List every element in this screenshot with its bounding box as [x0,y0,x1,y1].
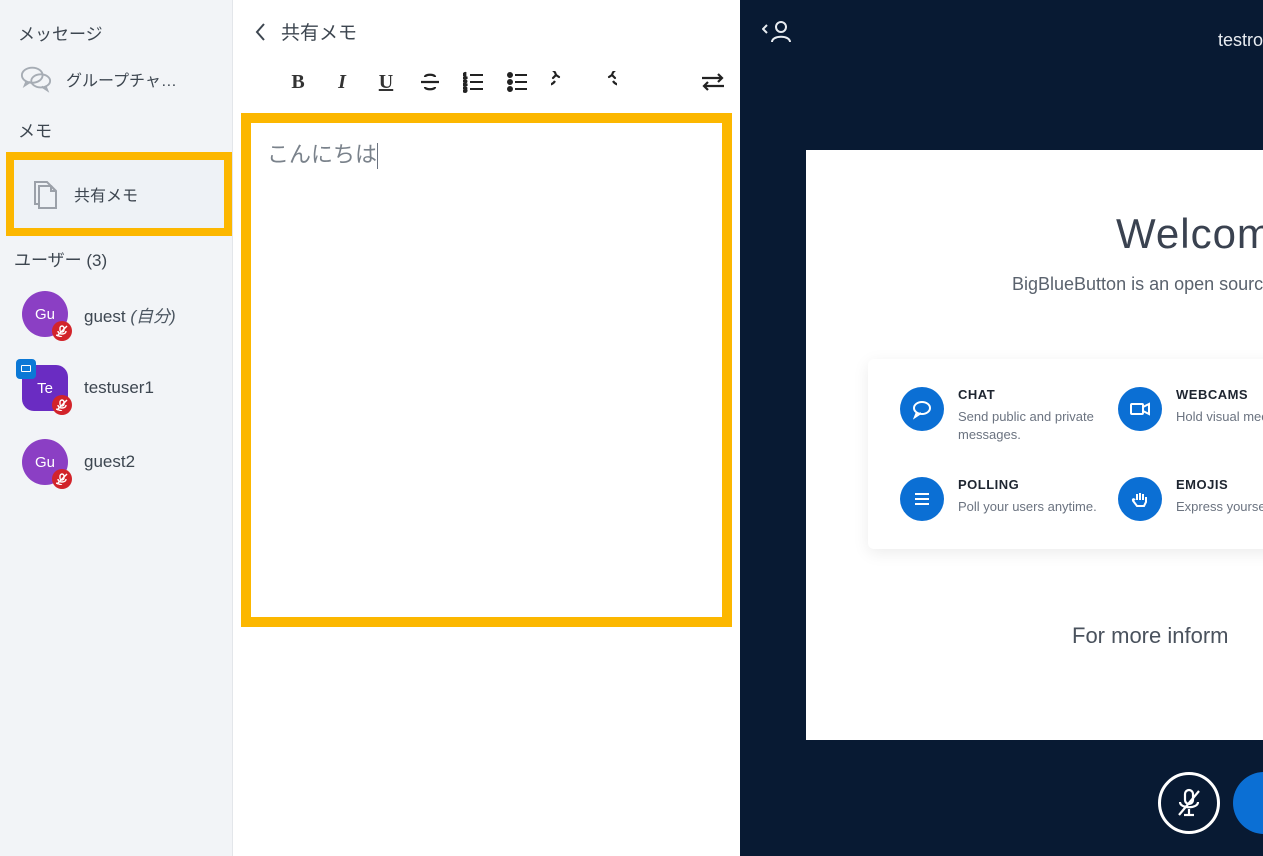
notes-header: 共有メモ [233,0,740,55]
shared-notes-panel: 共有メモ B I U 1 2 3 [232,0,740,856]
webcam-feature-icon [1118,387,1162,431]
avatar: Gu [22,291,68,337]
text-caret [377,143,378,169]
left-sidebar: メッセージ グループチャ… メモ 共有メモ ユー [0,0,232,856]
more-info-text: For more inform [1072,623,1263,649]
feature-webcams: WEBCAMS Hold visual mee [1118,387,1263,443]
user-name: guest2 [84,452,135,472]
editor-toolbar: B I U 1 2 3 [233,55,740,109]
feature-chat: CHAT Send public and private messages. [900,387,1110,443]
redo-button[interactable] [589,65,623,99]
action-button[interactable] [1233,772,1263,834]
user-name: guest (自分) [84,302,176,327]
feature-title: WEBCAMS [1176,387,1263,402]
feature-title: EMOJIS [1176,477,1263,492]
feature-desc: Poll your users anytime. [958,498,1097,516]
svg-text:2: 2 [463,80,467,87]
presentation-slide: Welcome BigBlueButton is an open source … [806,150,1263,740]
user-row[interactable]: Gu guest (自分) [0,277,232,351]
polling-feature-icon [900,477,944,521]
feature-desc: Hold visual mee [1176,408,1263,426]
muted-mic-icon [52,321,72,341]
notes-title: 共有メモ [281,18,357,45]
svg-text:1: 1 [463,73,467,80]
room-name: testro [1218,30,1263,51]
group-chat-item[interactable]: グループチャ… [0,51,232,107]
welcome-subtitle: BigBlueButton is an open source w [1012,274,1263,295]
welcome-heading: Welcome [1116,210,1263,258]
avatar: Gu [22,439,68,485]
self-tag: (自分) [130,307,175,326]
user-row[interactable]: Te testuser1 [0,351,232,425]
ordered-list-button[interactable]: 1 2 3 [457,65,491,99]
bold-button[interactable]: B [281,65,315,99]
memo-section-title: メモ [0,107,232,148]
muted-mic-icon [52,395,72,415]
feature-title: POLLING [958,477,1097,492]
underline-button[interactable]: U [369,65,403,99]
editor-highlight: こんにちは [241,113,732,627]
shared-memo-label: 共有メモ [74,182,210,206]
muted-mic-icon [52,469,72,489]
emoji-feature-icon [1118,477,1162,521]
chat-feature-icon [900,387,944,431]
strikethrough-button[interactable] [413,65,447,99]
user-row[interactable]: Gu guest2 [0,425,232,499]
presenter-icon [16,359,36,379]
chat-icon [20,63,52,95]
editor-text: こんにちは [267,142,377,167]
avatar: Te [22,365,68,411]
users-section-title: ユーザー (3) [0,240,232,277]
feature-desc: Express yourse [1176,498,1263,516]
svg-text:3: 3 [463,87,467,93]
notes-editor[interactable]: こんにちは [251,123,722,617]
unordered-list-button[interactable] [501,65,535,99]
features-card: CHAT Send public and private messages. W… [868,359,1263,549]
shared-memo-highlight: 共有メモ [6,152,232,236]
undo-button[interactable] [545,65,579,99]
import-export-button[interactable] [696,65,730,99]
user-list: Gu guest (自分) Te testuser1 Gu guest2 [0,277,232,499]
feature-polling: POLLING Poll your users anytime. [900,477,1110,521]
feature-desc: Send public and private messages. [958,408,1110,443]
document-icon [28,178,60,210]
group-chat-label: グループチャ… [66,67,218,91]
italic-button[interactable]: I [325,65,359,99]
feature-title: CHAT [958,387,1110,402]
feature-emojis: EMOJIS Express yourse [1118,477,1263,521]
back-button[interactable] [255,22,267,42]
presentation-stage: testro Welcome BigBlueButton is an open … [740,0,1263,856]
shared-memo-item[interactable]: 共有メモ [14,160,224,228]
messages-section-title: メッセージ [0,10,232,51]
user-name: testuser1 [84,378,154,398]
microphone-toggle-button[interactable] [1158,772,1220,834]
users-toggle-icon[interactable] [762,18,792,46]
